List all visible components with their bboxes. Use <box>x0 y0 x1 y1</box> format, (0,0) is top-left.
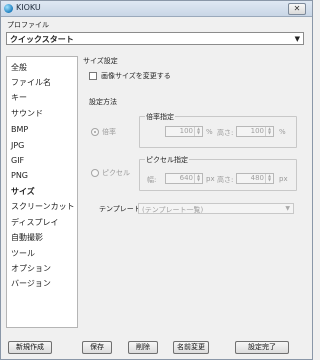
sidebar-item-general[interactable]: 全般 <box>11 62 27 73</box>
pixel-width-unit: px <box>206 175 215 183</box>
pixel-width-label: 幅: <box>147 176 157 184</box>
profile-label: プロファイル <box>7 21 49 29</box>
sidebar-item-bmp[interactable]: BMP <box>11 125 28 134</box>
title-bar: KIOKU ✕ <box>1 1 312 17</box>
chevron-down-icon: ▼ <box>285 205 290 212</box>
chevron-down-icon: ▼ <box>294 35 300 43</box>
pixel-radio[interactable] <box>91 169 99 177</box>
sidebar-item-version[interactable]: バージョン <box>11 278 51 289</box>
sidebar-item-tools[interactable]: ツール <box>11 248 35 259</box>
method-title: 設定方法 <box>89 98 117 106</box>
ratio-height-label: 高さ: <box>217 129 234 137</box>
delete-button[interactable]: 削除 <box>128 341 158 354</box>
profile-value: クイックスタート <box>10 35 74 44</box>
kioku-window: KIOKU ✕ プロファイル クイックスタート ▼ 全般 ファイル名 キー サウ… <box>0 0 313 360</box>
ratio-width-input[interactable]: 100 ▲ ▼ <box>165 126 203 137</box>
ratio-radio-label[interactable]: 倍率 <box>102 127 116 137</box>
new-profile-button[interactable]: 新規作成 <box>8 341 52 354</box>
ratio-width-value: 100 <box>179 127 193 135</box>
done-button[interactable]: 設定完了 <box>235 341 289 354</box>
sidebar-item-key[interactable]: キー <box>11 92 27 103</box>
template-value: (テンプレート一覧) <box>142 206 204 214</box>
section-title: サイズ設定 <box>83 57 118 65</box>
ratio-height-unit: % <box>279 128 286 136</box>
change-size-label[interactable]: 画像サイズを変更する <box>101 71 171 81</box>
sidebar-item-display[interactable]: ディスプレイ <box>11 217 58 228</box>
pixel-height-unit: px <box>279 175 288 183</box>
sidebar-item-sound[interactable]: サウンド <box>11 108 43 119</box>
pixel-width-input[interactable]: 640 ▲ ▼ <box>165 173 203 184</box>
sidebar-item-gif[interactable]: GIF <box>11 156 24 165</box>
sidebar-item-options[interactable]: オプション <box>11 263 51 274</box>
sidebar-item-screencut[interactable]: スクリーンカット <box>11 201 75 212</box>
ratio-radio[interactable] <box>91 128 99 136</box>
sidebar-item-filename[interactable]: ファイル名 <box>11 77 51 88</box>
spin-arrows-icon[interactable]: ▲ ▼ <box>194 174 202 183</box>
profile-select[interactable]: クイックスタート ▼ <box>6 32 304 45</box>
sidebar-item-jpg[interactable]: JPG <box>11 141 24 150</box>
save-button[interactable]: 保存 <box>82 341 112 354</box>
spin-arrows-icon[interactable]: ▲ ▼ <box>265 174 273 183</box>
close-button[interactable]: ✕ <box>288 3 306 15</box>
size-settings-panel: サイズ設定 画像サイズを変更する 設定方法 倍率 倍率指定 幅: 100 ▲▼ … <box>83 56 305 328</box>
settings-sidebar: 全般 ファイル名 キー サウンド BMP JPG GIF PNG サイズ スクリ… <box>6 56 78 328</box>
pixel-height-label: 高さ: <box>217 176 234 184</box>
ratio-height-value: 100 <box>250 127 264 135</box>
template-select[interactable]: (テンプレート一覧) ▼ <box>138 203 294 214</box>
pixel-height-value: 480 <box>250 174 264 182</box>
pixel-height-input[interactable]: 480 ▲ ▼ <box>236 173 274 184</box>
pixel-radio-label[interactable]: ピクセル <box>102 168 130 178</box>
window-title: KIOKU <box>16 3 41 12</box>
spin-arrows-icon[interactable]: ▲ ▼ <box>194 127 202 136</box>
ratio-height-input[interactable]: 100 ▲ ▼ <box>236 126 274 137</box>
sidebar-item-size[interactable]: サイズ <box>11 186 35 197</box>
sidebar-item-png[interactable]: PNG <box>11 171 28 180</box>
rename-button[interactable]: 名前変更 <box>173 341 209 354</box>
change-size-checkbox[interactable] <box>89 72 97 80</box>
pixel-group-title: ピクセル指定 <box>145 155 189 165</box>
sidebar-item-autoshot[interactable]: 自動撮影 <box>11 232 43 243</box>
ratio-group-title: 倍率指定 <box>145 112 175 122</box>
ratio-width-unit: % <box>206 128 213 136</box>
spin-arrows-icon[interactable]: ▲ ▼ <box>265 127 273 136</box>
app-icon <box>4 4 13 13</box>
template-label: テンプレート: <box>99 205 144 213</box>
pixel-width-value: 640 <box>179 174 193 182</box>
